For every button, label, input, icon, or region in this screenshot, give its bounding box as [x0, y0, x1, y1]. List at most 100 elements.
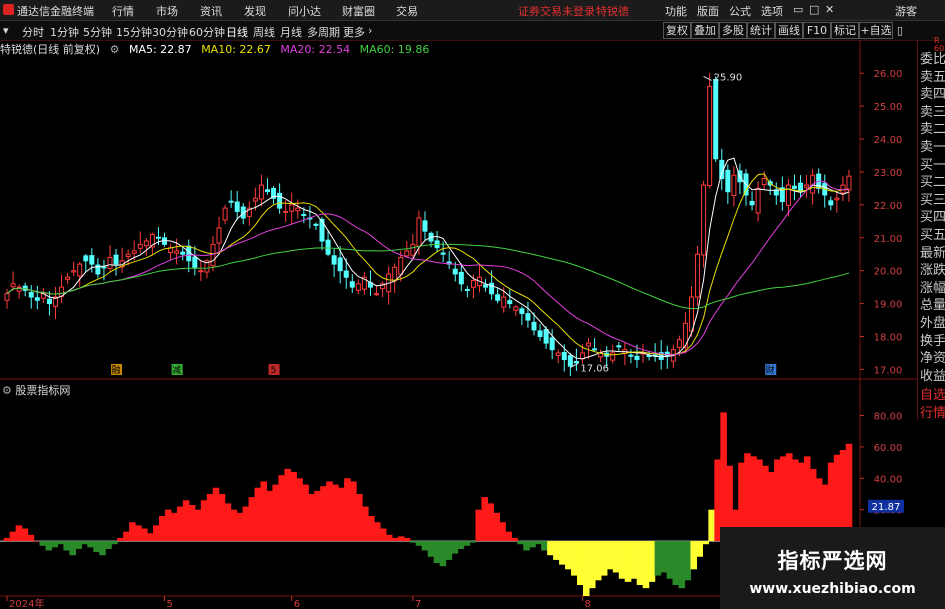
- candle-body-18: [113, 254, 119, 265]
- window-restore-icon[interactable]: □: [809, 3, 819, 16]
- candle-body-16: [101, 266, 107, 269]
- indicator-bar-106: [636, 541, 644, 586]
- indicator-bar-86: [517, 541, 524, 545]
- guest-label[interactable]: 游客: [895, 3, 917, 19]
- menu-item-formula[interactable]: 公式: [729, 3, 751, 19]
- side-item-15[interactable]: 外盘: [920, 312, 945, 331]
- menu-item-news[interactable]: 资讯: [200, 3, 222, 19]
- indicator-bar-36: [218, 494, 226, 542]
- side-item-17[interactable]: 净资: [920, 347, 945, 366]
- side-item-18[interactable]: 收益: [920, 365, 945, 384]
- period-tab-intraday[interactable]: 分时: [22, 24, 44, 40]
- add-watchlist-button[interactable]: +自选: [859, 22, 893, 39]
- indicator-bar-31: [188, 504, 196, 542]
- candle-body-88: [537, 330, 543, 337]
- period-tab-15min[interactable]: 15分钟: [116, 24, 152, 40]
- candle-body-139: [846, 175, 852, 191]
- side-item-3[interactable]: 卖三: [920, 101, 945, 120]
- dropdown-arrow-icon[interactable]: ▾: [3, 24, 9, 37]
- indicator-bar-23: [141, 528, 148, 542]
- side-item-14[interactable]: 总量: [920, 294, 945, 313]
- side-item-0[interactable]: 委比: [920, 48, 945, 67]
- side-item-8[interactable]: 买三: [920, 189, 945, 208]
- adjust-button[interactable]: 复权: [663, 22, 691, 39]
- period-tab-weekly[interactable]: 周线: [253, 24, 275, 40]
- multi-stock-button[interactable]: 多股: [719, 22, 747, 39]
- indicator-tick-label-2: 60.00: [874, 443, 903, 454]
- indicator-bar-81: [487, 503, 494, 542]
- indicator-bar-90: [541, 541, 548, 551]
- mark-button[interactable]: 标记: [831, 22, 859, 39]
- candle-body-48: [295, 207, 301, 212]
- candle-body-83: [507, 300, 513, 305]
- app-logo-icon: [3, 4, 14, 15]
- period-tab-30min[interactable]: 30分钟: [152, 24, 188, 40]
- price-tick-label-9: 26.00: [874, 69, 903, 80]
- login-status[interactable]: 证券交易未登录: [518, 3, 595, 19]
- indicator-bar-39: [236, 512, 244, 542]
- f10-button[interactable]: F10: [803, 22, 831, 39]
- indicator-bar-105: [630, 541, 638, 579]
- candle-body-57: [349, 281, 355, 288]
- app-title: 通达信金融终端: [17, 5, 94, 18]
- side-bottom-item-1[interactable]: 行情: [920, 402, 945, 421]
- indicator-bar-4: [27, 534, 35, 542]
- candle-body-129: [785, 184, 791, 206]
- menu-item-wealth-circle[interactable]: 财富圈: [342, 3, 375, 19]
- side-item-1[interactable]: 卖五: [920, 66, 945, 85]
- side-item-6[interactable]: 买一: [920, 154, 945, 173]
- side-bottom-item-0[interactable]: 自选: [920, 384, 945, 403]
- side-item-16[interactable]: 换手: [920, 330, 945, 349]
- side-item-11[interactable]: 最新: [920, 242, 945, 261]
- menu-item-quotes[interactable]: 行情: [112, 3, 134, 19]
- window-minimize-icon[interactable]: ▭: [793, 3, 803, 16]
- menu-item-layout[interactable]: 版面: [697, 3, 719, 19]
- side-item-10[interactable]: 买五: [920, 224, 945, 243]
- period-tab-more[interactable]: 更多: [343, 24, 365, 40]
- menu-item-discover[interactable]: 发现: [244, 3, 266, 19]
- indicator-bar-109: [654, 541, 662, 576]
- side-item-13[interactable]: 涨幅: [920, 277, 945, 296]
- candle-body-37: [228, 200, 234, 203]
- menu-item-functions[interactable]: 功能: [665, 3, 687, 19]
- indicator-bar-100: [600, 541, 608, 576]
- menu-item-options[interactable]: 选项: [761, 3, 783, 19]
- candle-body-7: [46, 298, 52, 305]
- period-tab-5min[interactable]: 5分钟: [83, 24, 112, 40]
- indicator-bar-59: [356, 494, 363, 542]
- menu-item-market[interactable]: 市场: [156, 3, 178, 19]
- candle-body-131: [798, 182, 804, 193]
- indicator-bar-72: [433, 541, 441, 564]
- side-item-5[interactable]: 卖一: [920, 136, 945, 155]
- period-tab-1min[interactable]: 1分钟: [50, 24, 79, 40]
- draw-line-button[interactable]: 画线: [775, 22, 803, 39]
- layout-toggle-icon[interactable]: ▯: [897, 24, 903, 37]
- period-tab-60min[interactable]: 60分钟: [189, 24, 225, 40]
- indicator-tick-label-1: 40.00: [874, 474, 903, 485]
- menu-item-trade[interactable]: 交易: [396, 3, 418, 19]
- chevron-right-icon[interactable]: ›: [368, 24, 372, 37]
- kline-chart[interactable]: 17.00 18.00 19.00 20.00 21.00 22.00 23.00 24.00…: [0, 40, 917, 609]
- period-tab-daily[interactable]: 日线: [226, 24, 248, 40]
- candle-body-74: [452, 268, 458, 275]
- menu-item-ask-xiaoda[interactable]: 问小达: [288, 3, 321, 19]
- indicator-gear-icon[interactable]: ⚙: [2, 384, 12, 397]
- candle-body-77: [470, 280, 476, 288]
- indicator-bar-73: [439, 541, 447, 567]
- window-close-icon[interactable]: ✕: [825, 3, 834, 16]
- period-tab-monthly[interactable]: 月线: [280, 24, 302, 40]
- indicator-bar-84: [505, 531, 512, 542]
- period-tab-multi[interactable]: 多周期: [307, 24, 340, 40]
- indicator-bar-50: [302, 484, 309, 542]
- side-item-4[interactable]: 卖二: [920, 118, 945, 137]
- side-item-9[interactable]: 买四: [920, 206, 945, 225]
- statistics-button[interactable]: 统计: [747, 22, 775, 39]
- side-item-2[interactable]: 卖四: [920, 83, 945, 102]
- side-item-12[interactable]: 涨跌: [920, 259, 945, 278]
- candle-body-96: [586, 342, 592, 347]
- candle-body-49: [301, 213, 307, 216]
- time-tick-label-3: 7: [415, 599, 421, 609]
- overlay-button[interactable]: 叠加: [691, 22, 719, 39]
- price-tick-label-6: 23.00: [874, 168, 903, 179]
- side-item-7[interactable]: 买二: [920, 171, 945, 190]
